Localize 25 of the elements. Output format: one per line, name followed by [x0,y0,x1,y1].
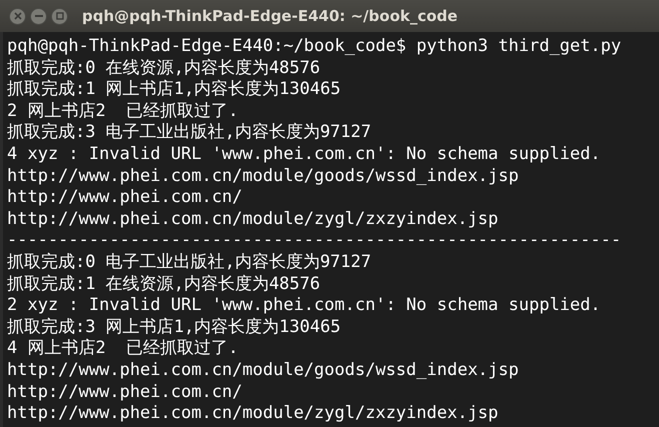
terminal-line: 抓取完成:0 电子工业出版社,内容长度为97127 [7,252,372,274]
minimize-icon [34,15,42,17]
minimize-button[interactable] [30,8,47,24]
terminal-line: http://www.phei.com.cn/module/zygl/zxzyindex.jsp [7,403,498,425]
terminal-line: 抓取完成:1 在线资源,内容长度为48576 [7,274,320,296]
terminal-line: 2 xyz : Invalid URL 'www.phei.com.cn': No schema supplied. [7,295,601,317]
maximize-button[interactable] [51,8,68,24]
terminal-line: 2 网上书店2 已经抓取过了. [7,100,238,122]
terminal-line: 抓取完成:3 电子工业出版社,内容长度为97127 [7,122,372,144]
terminal-line: 4 网上书店2 已经抓取过了. [7,338,238,360]
close-button[interactable] [9,8,26,24]
terminal-line: http://www.phei.com.cn/ [7,187,242,209]
terminal-line: 抓取完成:3 网上书店1,内容长度为130465 [7,316,341,338]
terminal-line: 4 xyz : Invalid URL 'www.phei.com.cn': No schema supplied. [7,144,601,166]
terminal-line: http://www.phei.com.cn/module/goods/wssd_index.jsp [7,360,519,382]
maximize-icon [56,12,64,20]
terminal-line: http://www.phei.com.cn/ [7,382,242,404]
window-title: pqh@pqh-ThinkPad-Edge-E440: ~/book_code [82,6,458,27]
terminal-line: pqh@pqh-ThinkPad-Edge-E440:~/book_code$ python3 third_get.py [7,36,622,58]
terminal-line: http://www.phei.com.cn/module/zygl/zxzyindex.jsp [7,208,498,230]
close-icon [14,12,22,20]
terminal-line: http://www.phei.com.cn/module/goods/wssd_index.jsp [7,166,519,188]
terminal-line: 抓取完成:0 在线资源,内容长度为48576 [7,58,320,80]
terminal-line: 抓取完成:1 网上书店1,内容长度为130465 [7,79,341,101]
terminal-line: ------------------------------------------------------------ [7,230,622,252]
